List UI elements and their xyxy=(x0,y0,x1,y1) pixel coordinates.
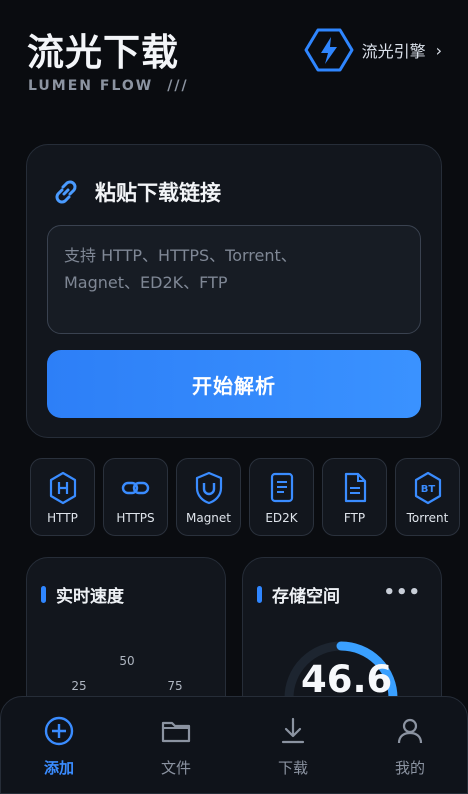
accent-bar xyxy=(257,586,262,603)
storage-header: 存储空间 xyxy=(257,582,340,607)
magnet-shield-icon xyxy=(195,471,222,505)
url-placeholder-line-1: 支持 HTTP、HTTPS、Torrent、 xyxy=(64,246,297,265)
protocol-http[interactable]: HTTP xyxy=(30,458,95,536)
tab-label: 文件 xyxy=(160,759,191,777)
storage-title: 存储空间 xyxy=(272,587,340,607)
more-icon[interactable]: ••• xyxy=(383,582,421,603)
protocol-magnet[interactable]: Magnet xyxy=(176,458,241,536)
speed-title: 实时速度 xyxy=(56,587,124,607)
protocol-list: HTTP HTTPS Magnet ED2K FTP BT Torrent xyxy=(30,458,468,536)
protocol-label: ED2K xyxy=(265,511,298,525)
svg-text:BT: BT xyxy=(420,484,435,495)
protocol-torrent[interactable]: BT Torrent xyxy=(395,458,460,536)
protocol-label: Torrent xyxy=(406,511,449,525)
bottom-tab-bar: 添加 文件 下载 我的 xyxy=(0,696,468,794)
tab-profile[interactable]: 我的 xyxy=(365,715,455,778)
protocol-label: HTTP xyxy=(47,511,78,525)
url-input[interactable]: 支持 HTTP、HTTPS、Torrent、 Magnet、ED2K、FTP xyxy=(47,225,421,334)
paste-title: 粘贴下载链接 xyxy=(95,181,221,205)
app-subtitle: LUMEN FLOW /// xyxy=(28,78,189,94)
protocol-https[interactable]: HTTPS xyxy=(103,458,168,536)
plus-circle-icon xyxy=(44,716,74,746)
storage-value: 46.6 xyxy=(301,658,393,701)
bt-hex-icon: BT xyxy=(414,471,441,505)
engine-label: 流光引擎 xyxy=(361,42,426,61)
protocol-label: Magnet xyxy=(185,511,232,525)
link-icon xyxy=(55,180,77,204)
parse-button[interactable]: 开始解析 xyxy=(47,350,421,418)
tab-downloads[interactable]: 下载 xyxy=(248,715,338,778)
http-hex-icon xyxy=(49,471,76,505)
gauge-tick-50: 50 xyxy=(119,654,134,668)
paste-header: 粘贴下载链接 xyxy=(51,177,221,207)
url-placeholder-line-2: Magnet、ED2K、FTP xyxy=(64,273,228,292)
folder-icon xyxy=(161,721,191,743)
engine-button[interactable]: 流光引擎 › xyxy=(304,28,442,72)
file-icon xyxy=(344,472,366,503)
protocol-ed2k[interactable]: ED2K xyxy=(249,458,314,536)
tab-label: 添加 xyxy=(43,759,74,777)
user-icon xyxy=(397,718,423,744)
accent-bar xyxy=(41,586,46,603)
chevron-right-icon: › xyxy=(435,40,442,60)
protocol-label: FTP xyxy=(343,511,366,525)
tab-label: 我的 xyxy=(394,759,425,777)
protocol-ftp[interactable]: FTP xyxy=(322,458,387,536)
app-subtitle-text: LUMEN FLOW xyxy=(28,78,154,94)
gauge-tick-25: 25 xyxy=(71,679,86,693)
tab-add[interactable]: 添加 xyxy=(14,715,104,778)
app-header: 流光下载 LUMEN FLOW/// 流光引擎 › xyxy=(27,22,442,102)
download-icon xyxy=(281,717,305,744)
gauge-tick-75: 75 xyxy=(167,679,182,693)
lightning-hex-icon xyxy=(304,28,354,72)
speed-header: 实时速度 xyxy=(41,582,124,607)
link-icon xyxy=(121,481,149,495)
tab-label: 下载 xyxy=(277,759,308,777)
subtitle-mark: /// xyxy=(167,78,189,94)
protocol-label: HTTPS xyxy=(116,511,155,525)
paste-link-card: 粘贴下载链接 支持 HTTP、HTTPS、Torrent、 Magnet、ED2… xyxy=(26,144,442,438)
tab-files[interactable]: 文件 xyxy=(131,715,221,778)
document-icon xyxy=(270,472,293,503)
